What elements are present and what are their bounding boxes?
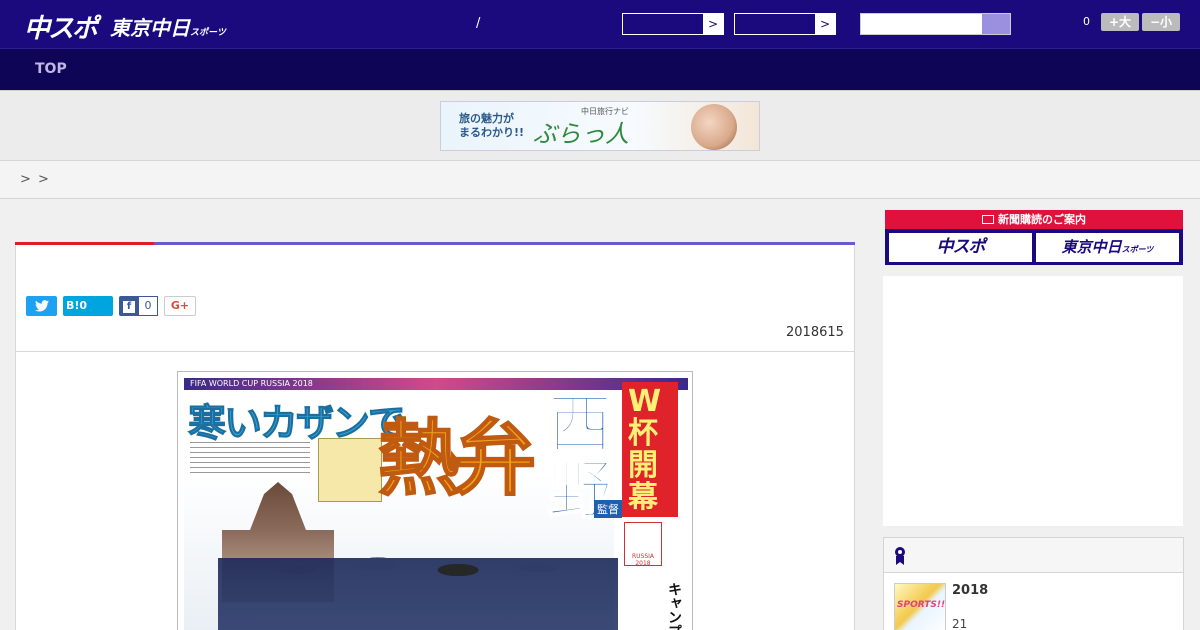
subscribe-chunichi-sports-button[interactable]: 中スポ bbox=[889, 233, 1032, 262]
paper-russia-label: FIFA WORLD CUP RUSSIA 2018 bbox=[190, 379, 313, 388]
ranking-box: SPORTS!! 2018 21 bbox=[883, 537, 1184, 630]
search-button[interactable] bbox=[982, 14, 1010, 34]
font-smaller-button[interactable]: −小 bbox=[1142, 13, 1180, 31]
hatena-label: B! bbox=[66, 299, 80, 312]
paper-wc-logo: RUSSIA 2018 bbox=[624, 522, 662, 567]
travel-ad-banner[interactable]: 旅の魅力が まるわかり!! 中日旅行ナビ ぶらっ人 bbox=[440, 101, 760, 151]
chunichi-sports-logo[interactable]: 中スポ bbox=[24, 8, 98, 45]
paper-wcup-box: W杯開幕 bbox=[622, 382, 678, 517]
paper-article-text bbox=[190, 442, 310, 476]
article-date: 2018615 bbox=[786, 325, 844, 340]
subscribe-tokyo-text: 東京中日 bbox=[1061, 238, 1122, 256]
newspaper-front-page-image[interactable]: FIFA WORLD CUP RUSSIA 2018 寒いカザンで 熱弁 西野 … bbox=[177, 371, 693, 630]
paper-headline-hot: 熱弁 bbox=[377, 411, 537, 508]
facebook-icon: f bbox=[123, 301, 135, 313]
paper-headline-cold: 寒いカザンで bbox=[187, 401, 406, 446]
subscription-title-text: 新聞購読のご案内 bbox=[998, 213, 1086, 226]
chevron-right-icon[interactable]: > bbox=[815, 14, 835, 34]
ad-tagline: 旅の魅力が まるわかり!! bbox=[459, 112, 525, 139]
newspaper-icon bbox=[982, 215, 994, 224]
paper-photo-team bbox=[218, 522, 618, 630]
nav-item-top[interactable]: TOP bbox=[35, 61, 67, 77]
google-plus-button[interactable]: G+ bbox=[164, 296, 196, 316]
ranking-item-subtitle: 21 bbox=[952, 617, 968, 630]
ad-band: 旅の魅力が まるわかり!! 中日旅行ナビ ぶらっ人 bbox=[0, 90, 1200, 160]
paper-map bbox=[318, 438, 382, 502]
subscription-title: 新聞購読のご案内 bbox=[885, 210, 1183, 229]
font-larger-button[interactable]: +大 bbox=[1101, 13, 1139, 31]
article-accent-purple bbox=[154, 242, 855, 245]
ranking-item-title[interactable]: 2018 bbox=[952, 583, 988, 598]
breadcrumb: > > bbox=[0, 160, 1200, 199]
ad-brand: ぶらっ人 bbox=[533, 120, 629, 148]
hatena-count: 0 bbox=[79, 299, 88, 312]
ranking-header bbox=[884, 538, 1183, 573]
paper-kantoku-label: 監督 bbox=[594, 500, 622, 518]
chevron-right-icon[interactable]: > bbox=[703, 14, 723, 34]
article-divider bbox=[16, 351, 854, 352]
global-nav: TOP bbox=[0, 48, 1200, 90]
header-separator: / bbox=[476, 16, 481, 31]
font-size-count: 0 bbox=[1083, 15, 1090, 28]
paper-wcup-text: W杯開幕 bbox=[628, 384, 662, 515]
subscribe-tokyo-chunichi-button[interactable]: 東京中日スポーツ bbox=[1036, 233, 1179, 262]
paper-camp-heading: キャンプ bbox=[666, 582, 682, 630]
breadcrumb-separator: > bbox=[20, 172, 31, 187]
sidebar-ad-slot[interactable] bbox=[883, 276, 1183, 526]
category-dropdown-1[interactable]: > bbox=[622, 13, 724, 35]
subscribe-tokyo-small: スポーツ bbox=[1121, 244, 1154, 254]
subscription-box: 新聞購読のご案内 中スポ 東京中日スポーツ bbox=[885, 210, 1183, 265]
breadcrumb-separator: > bbox=[38, 172, 49, 187]
facebook-count: 0 bbox=[138, 296, 158, 316]
header-bar: 中スポ 東京中日スポーツ / > > 0 +大 −小 bbox=[0, 0, 1200, 48]
tokyo-chunichi-sports-logo[interactable]: 東京中日スポーツ bbox=[110, 12, 226, 41]
twitter-icon bbox=[34, 300, 49, 312]
search-input[interactable] bbox=[860, 13, 1011, 35]
ranking-thumbnail[interactable]: SPORTS!! bbox=[894, 583, 946, 630]
hatena-bookmark-button[interactable]: B!0 bbox=[63, 296, 113, 316]
ribbon-icon bbox=[894, 546, 906, 566]
paper-wc-logo-text: RUSSIA 2018 bbox=[631, 553, 655, 567]
ad-model-photo bbox=[691, 104, 737, 150]
article-accent-red bbox=[15, 242, 154, 245]
tokyo-logo-text: 東京中日 bbox=[110, 16, 190, 40]
tokyo-logo-small: スポーツ bbox=[190, 28, 226, 38]
category-dropdown-2[interactable]: > bbox=[734, 13, 836, 35]
facebook-share-button[interactable]: f 0 bbox=[119, 296, 158, 316]
twitter-share-button[interactable] bbox=[26, 296, 57, 316]
ranking-thumb-text: SPORTS!! bbox=[897, 600, 946, 610]
